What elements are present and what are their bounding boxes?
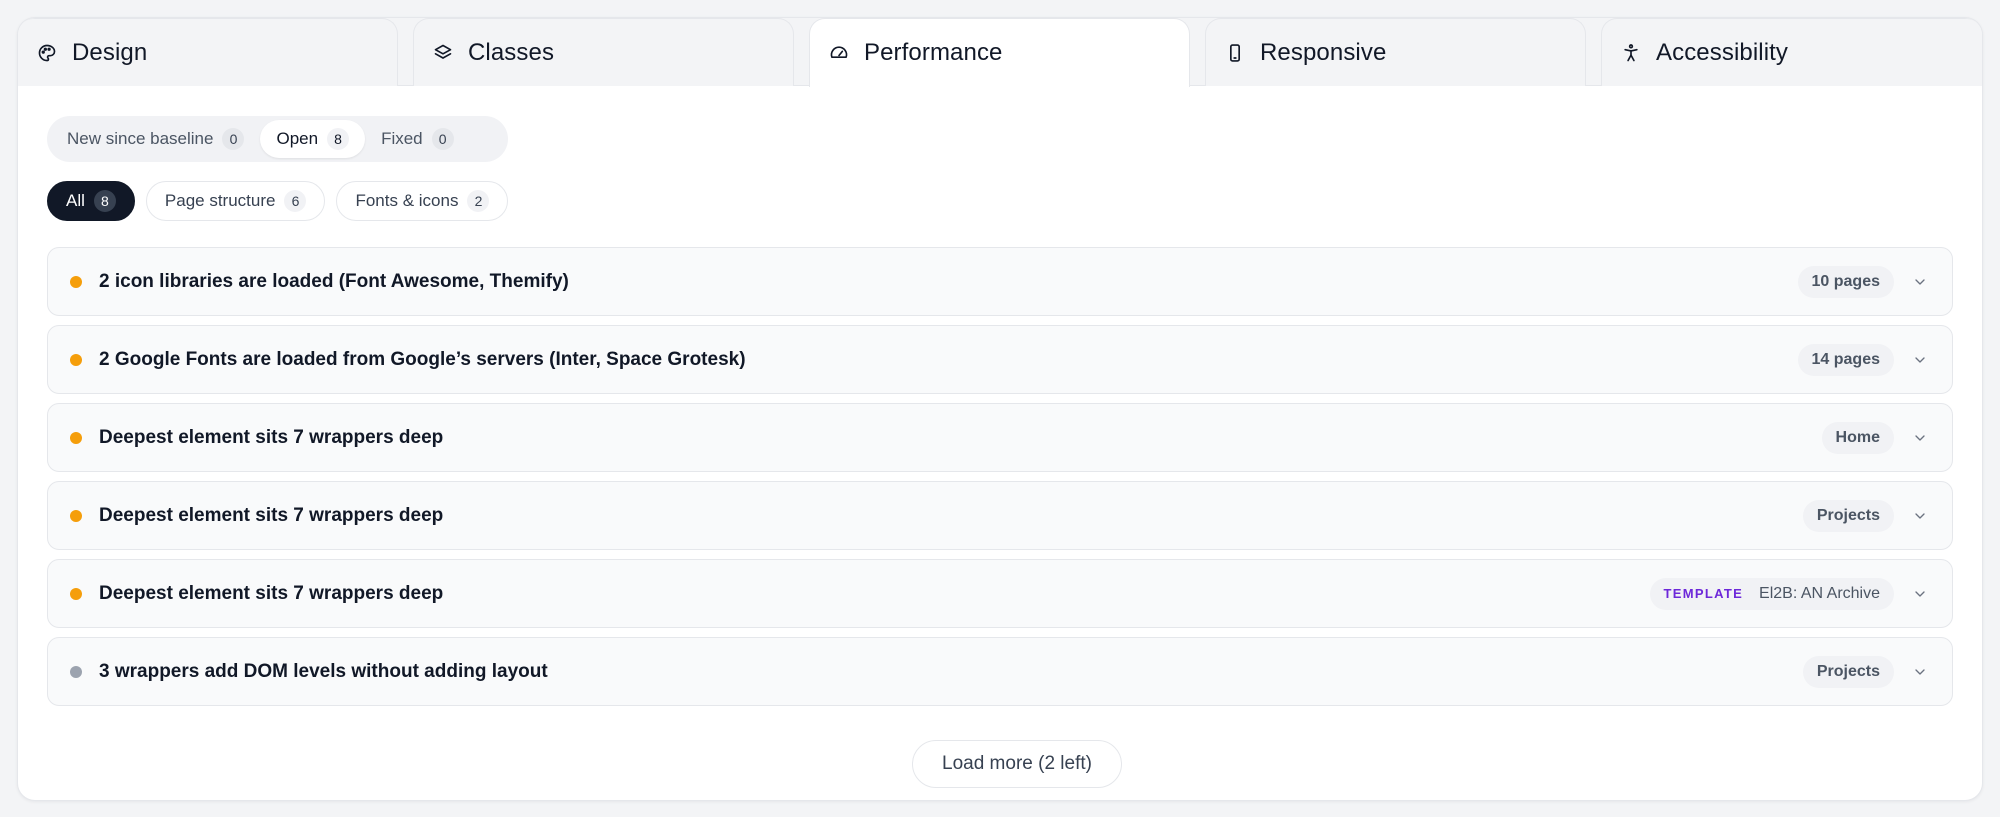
layers-icon — [433, 43, 453, 63]
severity-dot — [70, 431, 82, 444]
tab-performance[interactable]: Performance — [809, 18, 1190, 87]
severity-dot — [70, 509, 82, 522]
issue-title: 2 Google Fonts are loaded from Google’s … — [99, 348, 746, 370]
issue-title: 3 wrappers add DOM levels without adding… — [99, 660, 548, 682]
chevron-down-icon[interactable] — [1910, 506, 1930, 526]
issue-row[interactable]: Deepest element sits 7 wrappers deep Pro… — [47, 481, 1953, 550]
scope-badge: TEMPLATE El2B: AN Archive — [1649, 577, 1894, 610]
scope-badge: Projects — [1802, 499, 1894, 532]
issue-list: 2 icon libraries are loaded (Font Awesom… — [47, 247, 1953, 715]
scope-badge: 14 pages — [1797, 343, 1894, 376]
tab-bar: Design Classes Performance Responsive Ac… — [18, 18, 1982, 87]
status-count: 0 — [222, 128, 245, 150]
category-filter: All 8 Page structure 6 Fonts & icons 2 — [47, 181, 519, 221]
status-count: 0 — [431, 128, 454, 150]
status-label: Fixed — [381, 129, 423, 148]
status-new-since-baseline[interactable]: New since baseline 0 — [51, 120, 260, 158]
scope-label: 14 pages — [1811, 350, 1880, 368]
filter-label: Page structure — [164, 191, 276, 210]
tab-design-label: Design — [72, 38, 148, 66]
scope-label: 10 pages — [1811, 272, 1880, 290]
severity-dot — [70, 587, 82, 600]
issue-row[interactable]: Deepest element sits 7 wrappers deep Hom… — [47, 403, 1953, 472]
issue-row[interactable]: 2 Google Fonts are loaded from Google’s … — [47, 325, 1953, 394]
tab-performance-label: Performance — [864, 39, 1003, 66]
tab-accessibility-label: Accessibility — [1656, 38, 1788, 66]
scope-badge: Projects — [1802, 655, 1894, 688]
severity-dot — [70, 275, 82, 288]
status-open[interactable]: Open 8 — [260, 120, 366, 158]
chevron-down-icon[interactable] — [1910, 584, 1930, 604]
palette-icon — [37, 43, 57, 63]
gauge-icon — [829, 43, 849, 63]
chevron-down-icon[interactable] — [1910, 272, 1930, 292]
status-fixed[interactable]: Fixed 0 — [365, 120, 470, 158]
filter-count: 6 — [284, 190, 307, 212]
chevron-down-icon[interactable] — [1910, 350, 1930, 370]
smartphone-icon — [1225, 43, 1245, 63]
tab-accessibility[interactable]: Accessibility — [1601, 18, 1982, 86]
status-label: Open — [276, 129, 319, 148]
scope-label: Projects — [1816, 506, 1880, 524]
issue-row[interactable]: 2 icon libraries are loaded (Font Awesom… — [47, 247, 1953, 316]
scope-label: Projects — [1816, 662, 1880, 680]
filter-count: 8 — [93, 190, 116, 212]
filter-fonts-icons[interactable]: Fonts & icons 2 — [336, 181, 509, 221]
issue-title: Deepest element sits 7 wrappers deep — [99, 504, 444, 526]
severity-dot — [70, 353, 82, 366]
issue-title: Deepest element sits 7 wrappers deep — [99, 582, 444, 604]
load-more-button[interactable]: Load more (2 left) — [912, 740, 1122, 788]
scope-label: El2B: AN Archive — [1759, 584, 1880, 602]
tab-classes[interactable]: Classes — [413, 18, 794, 86]
tab-responsive-label: Responsive — [1260, 38, 1387, 66]
chevron-down-icon[interactable] — [1910, 662, 1930, 682]
filter-label: Fonts & icons — [355, 191, 459, 210]
status-count: 8 — [327, 128, 350, 150]
filter-all[interactable]: All 8 — [47, 181, 135, 221]
status-label: New since baseline — [67, 129, 214, 148]
accessibility-icon — [1621, 43, 1641, 63]
tab-design[interactable]: Design — [18, 18, 398, 86]
audit-panel: Design Classes Performance Responsive Ac… — [17, 17, 1983, 801]
filter-count: 2 — [467, 190, 490, 212]
status-filter: New since baseline 0 Open 8 Fixed 0 — [47, 116, 508, 162]
filter-label: All — [66, 191, 85, 210]
issue-row[interactable]: 3 wrappers add DOM levels without adding… — [47, 637, 1953, 706]
chevron-down-icon[interactable] — [1910, 428, 1930, 448]
tab-classes-label: Classes — [468, 38, 555, 66]
scope-label: Home — [1835, 428, 1880, 446]
issue-row[interactable]: Deepest element sits 7 wrappers deep TEM… — [47, 559, 1953, 628]
tab-responsive[interactable]: Responsive — [1205, 18, 1586, 86]
scope-badge: 10 pages — [1797, 265, 1894, 298]
template-tag: TEMPLATE — [1663, 586, 1744, 601]
scope-badge: Home — [1821, 421, 1894, 454]
issue-title: Deepest element sits 7 wrappers deep — [99, 426, 444, 448]
filter-page-structure[interactable]: Page structure 6 — [145, 181, 326, 221]
severity-dot — [70, 665, 82, 678]
issue-title: 2 icon libraries are loaded (Font Awesom… — [99, 270, 569, 292]
